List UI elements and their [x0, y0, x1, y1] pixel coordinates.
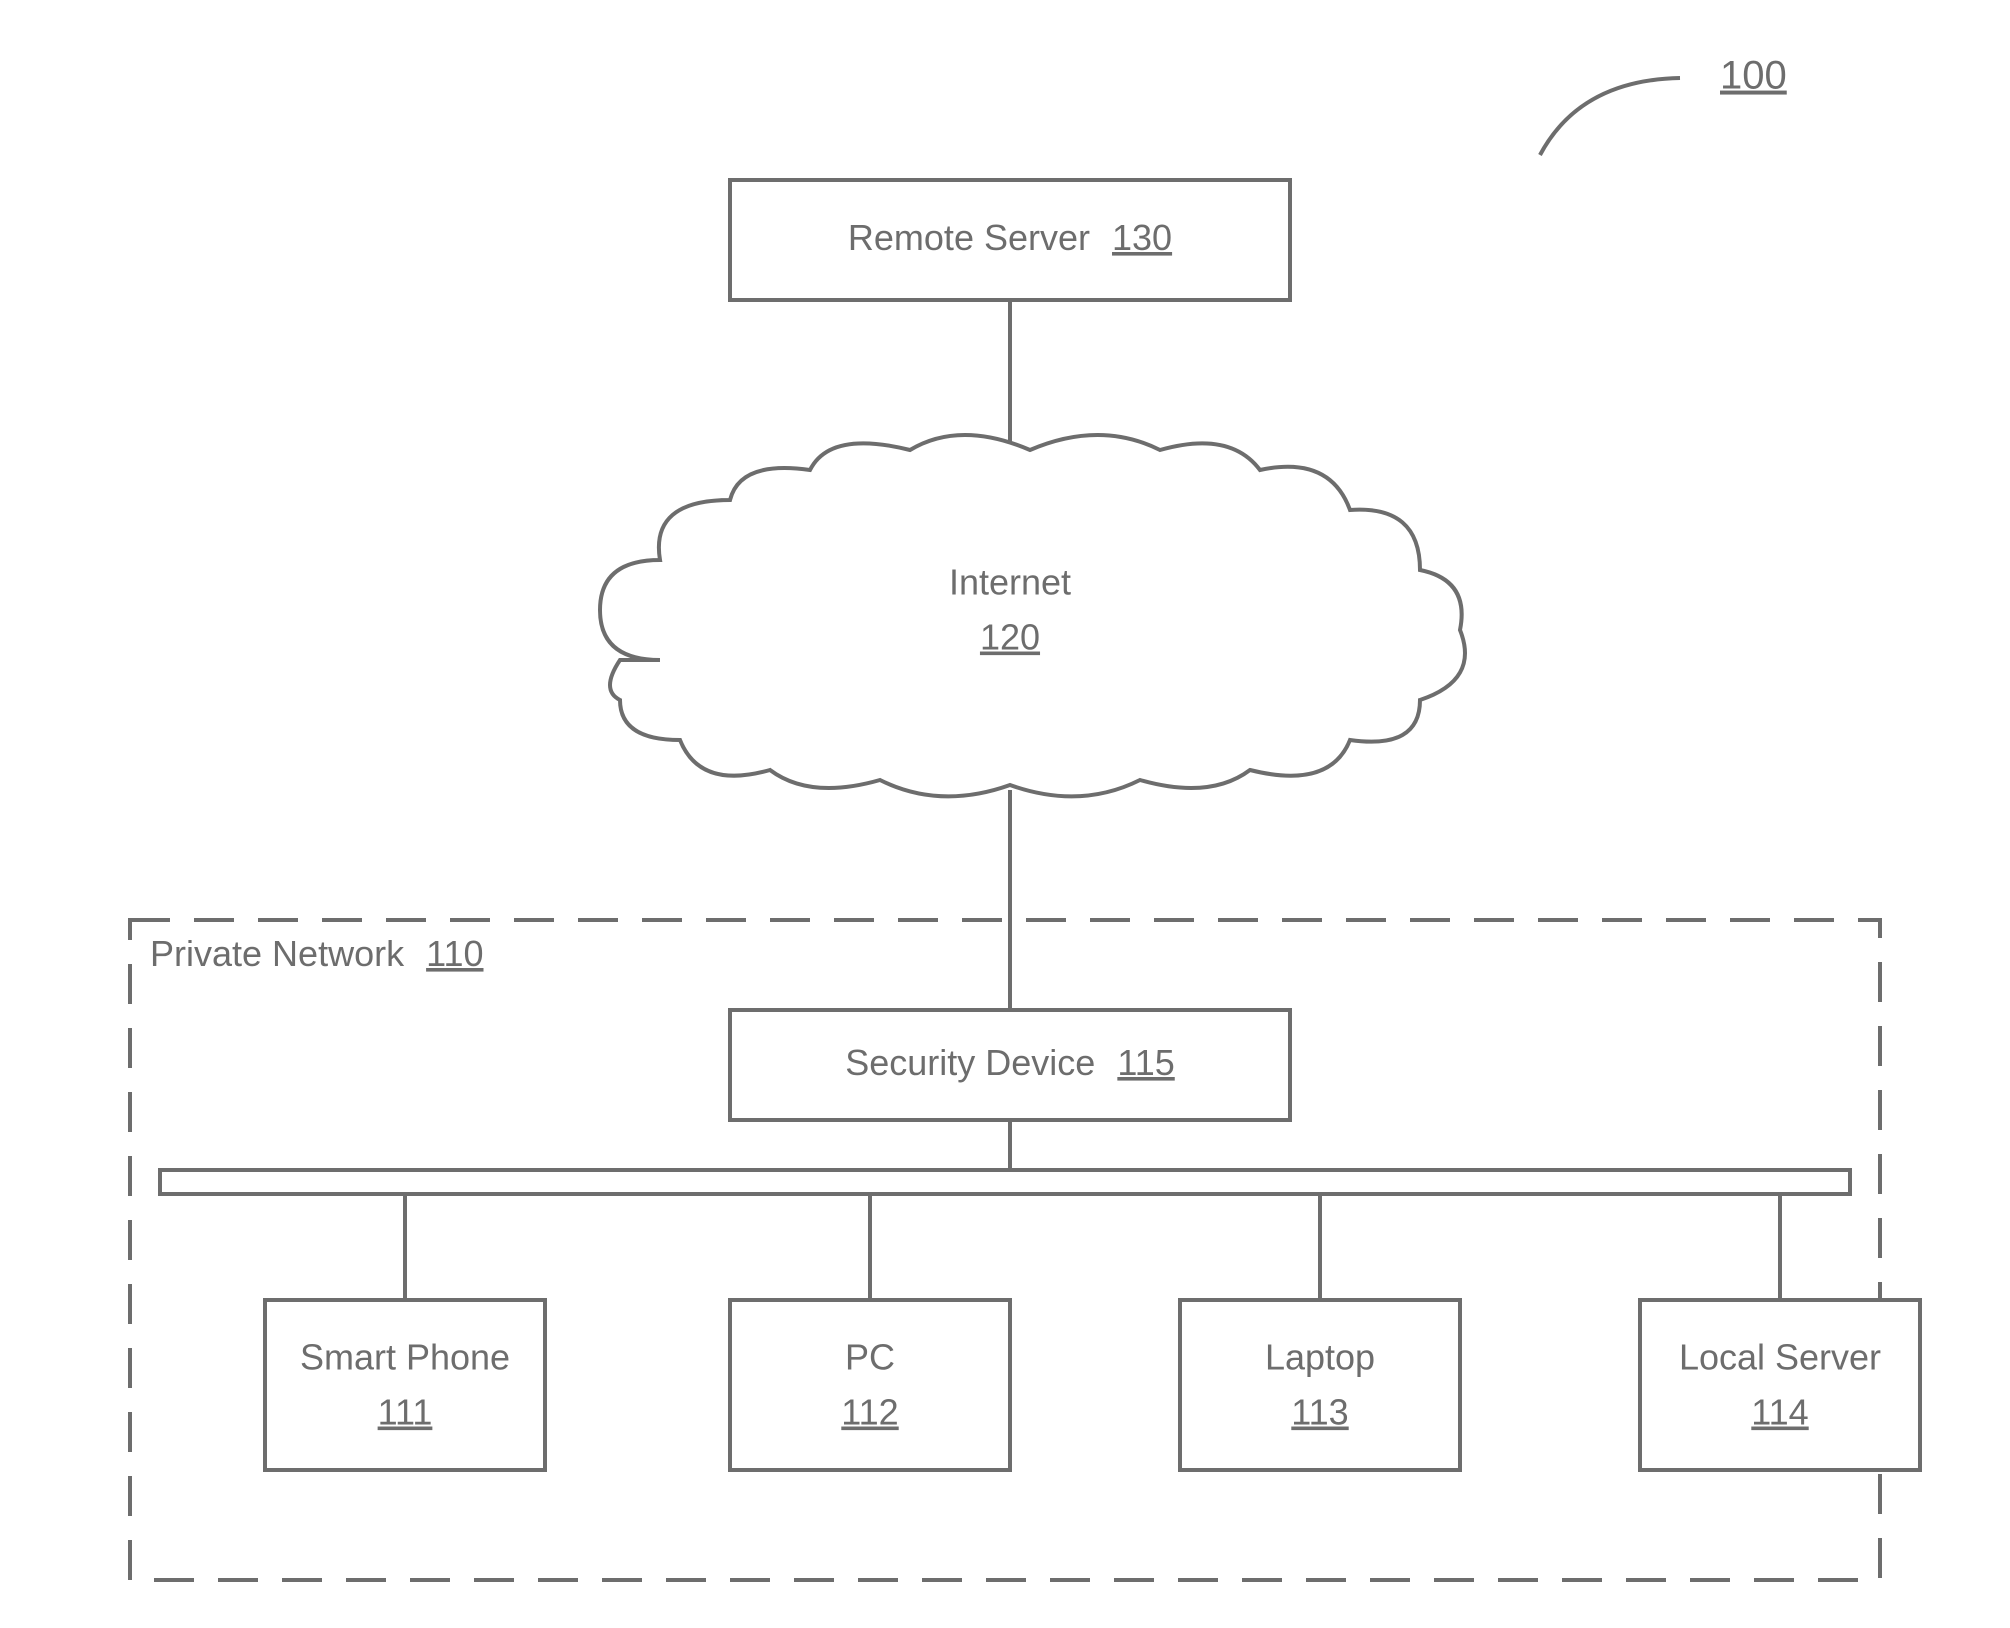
pc-box: PC 112: [730, 1300, 1010, 1470]
network-bus: [160, 1170, 1850, 1194]
security-device-ref: 115: [1117, 1042, 1174, 1083]
smartphone-label: Smart Phone: [300, 1337, 510, 1378]
network-architecture-diagram: 100 Remote Server 130 Internet 120 Priva…: [0, 0, 2010, 1628]
remote-server-label: Remote Server: [848, 217, 1090, 258]
localserver-label: Local Server: [1679, 1337, 1881, 1378]
security-device-box: Security Device 115: [730, 1010, 1290, 1120]
remote-server-box: Remote Server 130: [730, 180, 1290, 300]
private-network-label: Private Network: [150, 933, 405, 974]
pc-ref: 112: [841, 1392, 898, 1433]
internet-cloud: Internet 120: [600, 435, 1465, 796]
laptop-ref: 113: [1291, 1392, 1348, 1433]
figure-reference-number: 100: [1720, 54, 1787, 98]
laptop-box: Laptop 113: [1180, 1300, 1460, 1470]
localserver-ref: 114: [1751, 1392, 1808, 1433]
svg-text:Private Network 110: Private Network 110: [150, 933, 484, 974]
remote-server-ref: 130: [1112, 217, 1172, 258]
smartphone-box: Smart Phone 111: [265, 1300, 545, 1470]
laptop-label: Laptop: [1265, 1337, 1375, 1378]
pc-label: PC: [845, 1337, 895, 1378]
localserver-box: Local Server 114: [1640, 1300, 1920, 1470]
internet-ref: 120: [980, 617, 1040, 658]
security-device-label: Security Device: [845, 1042, 1095, 1083]
svg-text:Security Device 115: Security Device 115: [845, 1042, 1175, 1083]
private-network-ref: 110: [426, 933, 483, 974]
smartphone-ref: 111: [378, 1392, 433, 1433]
internet-label: Internet: [949, 562, 1071, 603]
figure-reference-callout: 100: [1540, 54, 1787, 155]
svg-text:Remote Server 130: Remote Server 130: [848, 217, 1172, 258]
